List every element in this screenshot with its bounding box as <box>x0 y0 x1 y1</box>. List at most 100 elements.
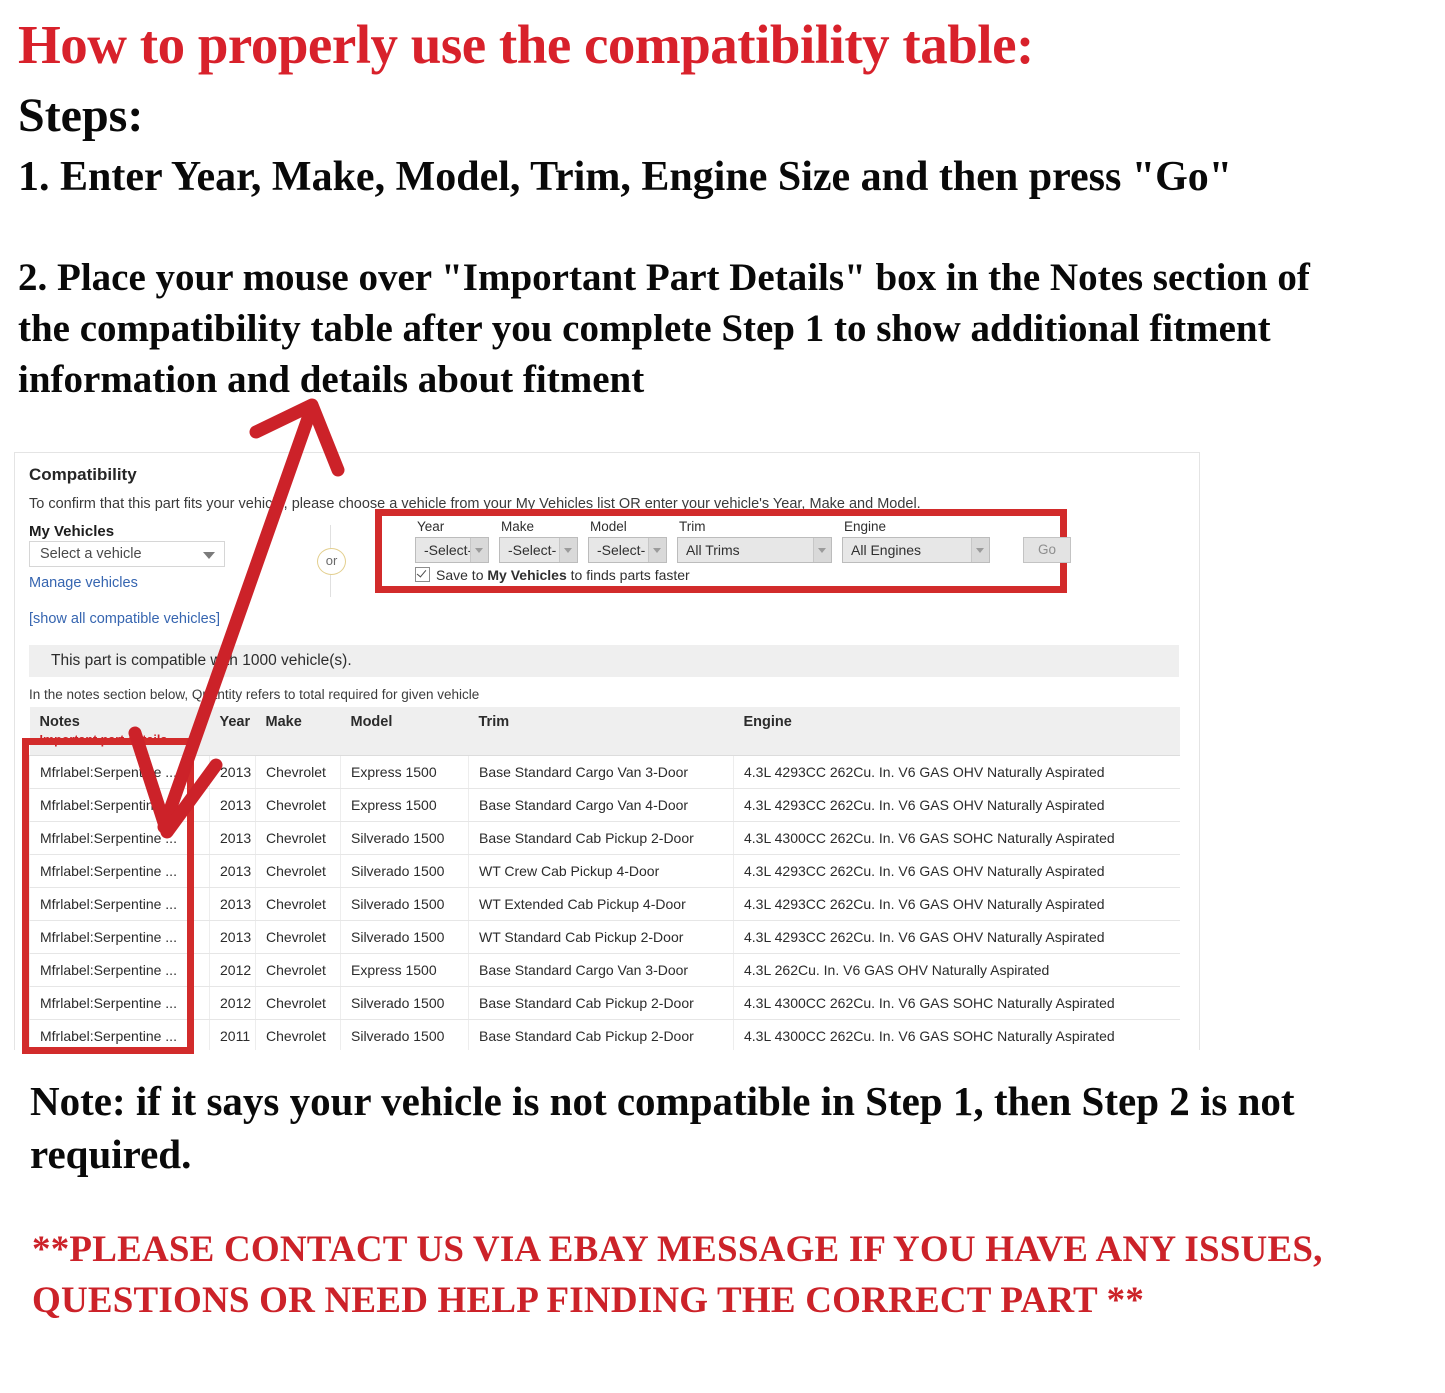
column-header-engine[interactable]: Engine <box>733 707 1180 756</box>
selector-make[interactable]: -Select- <box>499 537 578 563</box>
save-label-before: Save to <box>436 567 488 583</box>
column-header-year[interactable]: Year <box>209 707 256 756</box>
save-to-my-vehicles-row[interactable]: Save to My Vehicles to finds parts faste… <box>415 565 690 583</box>
cell-notes[interactable]: Mfrlabel:Serpentine ... <box>29 1019 210 1053</box>
compatible-count-text: This part is compatible with 1000 vehicl… <box>51 652 352 669</box>
contact-text: **PLEASE CONTACT US VIA EBAY MESSAGE IF … <box>32 1229 1323 1322</box>
selector-label-trim: Trim <box>679 519 706 534</box>
manage-vehicles-link[interactable]: Manage vehicles <box>29 575 138 591</box>
cell-make: Chevrolet <box>255 953 341 987</box>
save-label-after: to finds parts faster <box>566 567 690 583</box>
step-1-text: 1. Enter Year, Make, Model, Trim, Engine… <box>18 154 1233 200</box>
cell-notes[interactable]: Mfrlabel:Serpentine ... <box>29 953 210 987</box>
cell-year: 2012 <box>209 953 256 987</box>
cell-notes[interactable]: Mfrlabel:Serpentine ... <box>29 920 210 954</box>
selector-value-make: -Select- <box>508 542 557 558</box>
show-all-compatible-vehicles-link[interactable]: [show all compatible vehicles] <box>29 611 220 627</box>
cell-engine: 4.3L 4300CC 262Cu. In. V6 GAS SOHC Natur… <box>733 1019 1180 1053</box>
table-row: Mfrlabel:Serpentine ... 2012 Chevrolet Expr… <box>29 953 1180 987</box>
cell-model: Silverado 1500 <box>340 920 469 954</box>
cell-model: Silverado 1500 <box>340 887 469 921</box>
cell-model: Silverado 1500 <box>340 986 469 1020</box>
my-vehicles-select[interactable]: Select a vehicle <box>29 541 225 567</box>
save-to-my-vehicles-checkbox[interactable] <box>415 567 430 582</box>
my-vehicles-label: My Vehicles <box>29 523 115 540</box>
cell-engine: 4.3L 4293CC 262Cu. In. V6 GAS OHV Natura… <box>733 920 1180 954</box>
cell-model: Silverado 1500 <box>340 854 469 888</box>
table-row: Mfrlabel:Serpentine ... 2013 Chevrolet Silv… <box>29 854 1180 888</box>
cell-engine: 4.3L 4300CC 262Cu. In. V6 GAS SOHC Natur… <box>733 986 1180 1020</box>
cell-make: Chevrolet <box>255 1019 341 1053</box>
cell-notes[interactable]: Mfrlabel:Serpentine ... <box>29 986 210 1020</box>
important-part-details-label: Important part details <box>39 733 168 747</box>
column-header-trim[interactable]: Trim <box>468 707 734 756</box>
cell-engine: 4.3L 4293CC 262Cu. In. V6 GAS OHV Natura… <box>733 854 1180 888</box>
cell-engine: 4.3L 4293CC 262Cu. In. V6 GAS OHV Natura… <box>733 788 1180 822</box>
selector-trim[interactable]: All Trims <box>677 537 832 563</box>
cell-model: Express 1500 <box>340 788 469 822</box>
cell-notes[interactable]: Mfrlabel:Serpentine ... <box>29 821 210 855</box>
chevron-down-icon <box>559 538 577 562</box>
cell-trim: Base Standard Cargo Van 4-Door <box>468 788 734 822</box>
chevron-down-icon <box>813 538 831 562</box>
cell-trim: WT Extended Cab Pickup 4-Door <box>468 887 734 921</box>
or-divider: or <box>305 525 357 597</box>
selector-value-year: -Select- <box>424 542 473 558</box>
cell-trim: WT Standard Cab Pickup 2-Door <box>468 920 734 954</box>
cell-notes[interactable]: Mfrlabel:Serpentine ... <box>29 887 210 921</box>
table-bottom-crop <box>14 1050 1204 1066</box>
chevron-down-icon <box>648 538 666 562</box>
cell-trim: Base Standard Cargo Van 3-Door <box>468 755 734 789</box>
cell-year: 2013 <box>209 887 256 921</box>
note-text: Note: if it says your vehicle is not com… <box>30 1078 1295 1178</box>
cell-year: 2013 <box>209 920 256 954</box>
fitment-table-body: Mfrlabel:Serpentine ... 2013 Chevrolet Expr… <box>29 755 1180 1056</box>
cell-engine: 4.3L 262Cu. In. V6 GAS OHV Naturally Asp… <box>733 953 1180 987</box>
fitment-table: Notes Important part details Year Make M… <box>29 707 1180 1056</box>
compatibility-panel: Compatibility To confirm that this part … <box>14 452 1200 1057</box>
cell-year: 2012 <box>209 986 256 1020</box>
cell-year: 2011 <box>209 1019 256 1053</box>
cell-year: 2013 <box>209 821 256 855</box>
cell-trim: Base Standard Cargo Van 3-Door <box>468 953 734 987</box>
cell-make: Chevrolet <box>255 920 341 954</box>
cell-model: Express 1500 <box>340 755 469 789</box>
cell-model: Express 1500 <box>340 953 469 987</box>
column-header-notes-label: Notes <box>39 714 80 730</box>
cell-engine: 4.3L 4293CC 262Cu. In. V6 GAS OHV Natura… <box>733 755 1180 789</box>
go-button[interactable]: Go <box>1023 537 1071 563</box>
cell-notes[interactable]: Mfrlabel:Serpentine ... <box>29 755 210 789</box>
cell-make: Chevrolet <box>255 986 341 1020</box>
chevron-down-icon <box>203 552 215 559</box>
cell-make: Chevrolet <box>255 821 341 855</box>
cell-notes[interactable]: Mfrlabel:Serpentine ... <box>29 854 210 888</box>
or-divider-label: or <box>317 548 346 575</box>
cell-year: 2013 <box>209 788 256 822</box>
column-header-notes[interactable]: Notes Important part details <box>29 707 210 756</box>
cell-notes[interactable]: Mfrlabel:Serpentine ... <box>29 788 210 822</box>
save-label-bold: My Vehicles <box>487 567 567 583</box>
my-vehicles-select-value: Select a vehicle <box>40 546 142 562</box>
steps-label: Steps: <box>18 89 144 142</box>
table-row: Mfrlabel:Serpentine ... 2013 Chevrolet Silv… <box>29 887 1180 921</box>
selector-value-model: -Select- <box>597 542 646 558</box>
cell-trim: Base Standard Cab Pickup 2-Door <box>468 821 734 855</box>
chevron-down-icon <box>470 538 488 562</box>
column-header-model[interactable]: Model <box>340 707 469 756</box>
chevron-down-icon <box>971 538 989 562</box>
selector-engine[interactable]: All Engines <box>842 537 990 563</box>
cell-trim: WT Crew Cab Pickup 4-Door <box>468 854 734 888</box>
selector-year[interactable]: -Select- <box>415 537 489 563</box>
selector-model[interactable]: -Select- <box>588 537 667 563</box>
cell-make: Chevrolet <box>255 854 341 888</box>
step-2-text: 2. Place your mouse over "Important Part… <box>18 256 1310 402</box>
selector-label-model: Model <box>590 519 627 534</box>
selector-label-make: Make <box>501 519 535 534</box>
column-header-make[interactable]: Make <box>255 707 341 756</box>
table-row: Mfrlabel:Serpentine ... 2012 Chevrolet Silv… <box>29 986 1180 1020</box>
cell-make: Chevrolet <box>255 755 341 789</box>
table-row: Mfrlabel:Serpentine ... 2011 Chevrolet Silv… <box>29 1019 1180 1053</box>
table-row: Mfrlabel:Serpentine ... 2013 Chevrolet Silv… <box>29 821 1180 855</box>
cell-trim: Base Standard Cab Pickup 2-Door <box>468 986 734 1020</box>
compatibility-heading: Compatibility <box>29 465 137 484</box>
